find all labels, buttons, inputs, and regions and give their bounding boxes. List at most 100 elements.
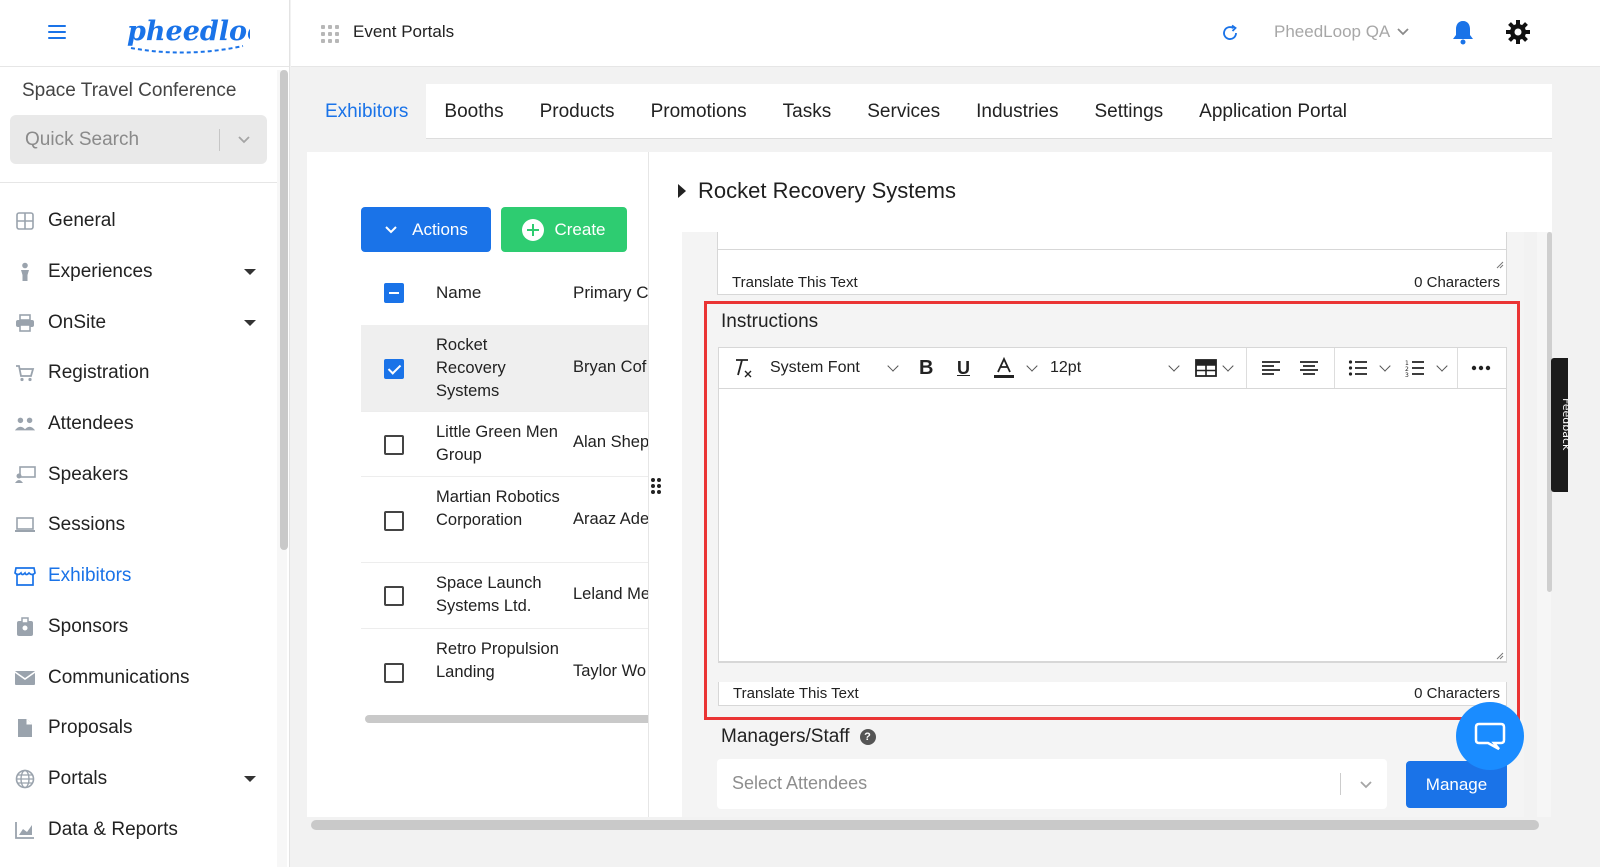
tab-application-portal[interactable]: Application Portal: [1181, 84, 1365, 139]
table-icon[interactable]: [1195, 348, 1217, 388]
sidebar-item-experiences[interactable]: Experiences: [0, 247, 277, 298]
table-row[interactable]: Retro Propulsion Landing Taylor Wo: [361, 629, 648, 715]
sidebar-item-attendees[interactable]: Attendees: [0, 399, 277, 450]
sidebar-item-onsite[interactable]: OnSite: [0, 297, 277, 348]
translate-link[interactable]: Translate This Text: [732, 274, 858, 291]
org-name: PheedLoop QA: [1274, 22, 1391, 41]
tab-settings[interactable]: Settings: [1076, 84, 1181, 139]
apps-grid-icon[interactable]: [321, 25, 339, 43]
sidebar-item-registration[interactable]: Registration: [0, 348, 277, 399]
resize-grip-icon[interactable]: [1496, 261, 1504, 269]
tab-booths[interactable]: Booths: [426, 84, 521, 139]
column-header-primary-contact[interactable]: Primary C: [573, 283, 648, 303]
font-size-select[interactable]: 12pt: [1050, 348, 1081, 388]
underline-icon[interactable]: U: [957, 348, 970, 388]
row-checkbox[interactable]: [384, 359, 404, 379]
table-row[interactable]: Rocket Recovery Systems Bryan Cof: [361, 325, 648, 412]
select-attendees-dropdown[interactable]: Select Attendees: [717, 759, 1387, 809]
person-icon: [14, 261, 36, 283]
instructions-editor[interactable]: [718, 389, 1507, 663]
font-family-select[interactable]: System Font: [770, 348, 860, 388]
sidebar-item-speakers[interactable]: Speakers: [0, 449, 277, 500]
exhibitor-name[interactable]: Martian Robotics Corporation: [436, 486, 561, 532]
row-checkbox[interactable]: [384, 435, 404, 455]
help-icon[interactable]: ?: [859, 728, 876, 745]
quick-search-input[interactable]: Quick Search: [10, 115, 267, 164]
caret-down-icon[interactable]: [244, 319, 256, 326]
section-label[interactable]: Event Portals: [353, 22, 454, 42]
page-horizontal-scrollbar[interactable]: [311, 820, 1539, 830]
chevron-down-icon[interactable]: [1379, 348, 1391, 388]
sidebar-item-communications[interactable]: Communications: [0, 652, 277, 703]
sidebar-item-data-reports[interactable]: Data & Reports: [0, 804, 277, 855]
caret-down-icon[interactable]: [244, 775, 256, 782]
sidebar-item-sponsors[interactable]: Sponsors: [0, 602, 277, 653]
chart-icon: [14, 819, 36, 841]
table-horizontal-scrollbar[interactable]: [365, 715, 648, 723]
chat-bubble-icon[interactable]: [1456, 702, 1524, 770]
pheedloop-logo[interactable]: pheedloop: [125, 10, 250, 58]
menu-toggle-icon[interactable]: [48, 25, 66, 39]
chevron-down-icon[interactable]: [887, 348, 899, 388]
sidebar-item-label: Experiences: [48, 261, 153, 283]
sidebar-item-exhibitors[interactable]: Exhibitors: [0, 551, 277, 602]
refresh-icon[interactable]: [1219, 22, 1241, 44]
sidebar-item-sessions[interactable]: Sessions: [0, 500, 277, 551]
table-row[interactable]: Little Green Men Group Alan Shep: [361, 412, 648, 477]
resize-grip-icon[interactable]: [1496, 652, 1504, 660]
tab-products[interactable]: Products: [522, 84, 633, 139]
tab-exhibitors[interactable]: Exhibitors: [307, 84, 427, 139]
sidebar-item-label: Registration: [48, 362, 150, 384]
caret-down-icon[interactable]: [244, 269, 256, 276]
translate-link[interactable]: Translate This Text: [733, 685, 859, 702]
row-checkbox[interactable]: [384, 511, 404, 531]
tab-industries[interactable]: Industries: [958, 84, 1076, 139]
align-center-icon[interactable]: [1299, 348, 1319, 388]
org-selector[interactable]: PheedLoop QA: [1274, 22, 1410, 42]
row-checkbox[interactable]: [384, 663, 404, 683]
divider: [718, 661, 1507, 662]
bullet-list-icon[interactable]: [1348, 348, 1368, 388]
tab-tasks[interactable]: Tasks: [765, 84, 850, 139]
exhibitor-name[interactable]: Little Green Men Group: [436, 421, 561, 467]
tab-promotions[interactable]: Promotions: [633, 84, 765, 139]
exhibitor-name[interactable]: Space Launch Systems Ltd.: [436, 572, 561, 618]
exhibitor-name[interactable]: Rocket Recovery Systems: [436, 334, 561, 403]
caret-right-icon[interactable]: [678, 184, 686, 198]
gear-icon[interactable]: [1505, 19, 1531, 45]
more-options-icon[interactable]: [1471, 348, 1491, 388]
table-row[interactable]: Martian Robotics Corporation Araaz Ade: [361, 477, 649, 563]
feedback-tab[interactable]: Feedback: [1551, 358, 1573, 492]
chevron-down-icon[interactable]: [1168, 348, 1180, 388]
actions-button[interactable]: Actions: [361, 207, 491, 252]
chevron-down-icon[interactable]: [1222, 348, 1234, 388]
previous-text-field[interactable]: [717, 232, 1507, 272]
clear-formatting-icon[interactable]: [733, 348, 753, 388]
tab-services[interactable]: Services: [849, 84, 958, 139]
chevron-down-icon[interactable]: [236, 131, 252, 147]
chevron-down-icon[interactable]: [1026, 348, 1038, 388]
bold-icon[interactable]: B: [919, 348, 933, 388]
sidebar-item-portals[interactable]: Portals: [0, 754, 277, 805]
detail-header[interactable]: Rocket Recovery Systems: [678, 178, 956, 204]
text-color-icon[interactable]: [992, 348, 1016, 388]
chevron-down-icon[interactable]: [1358, 776, 1374, 792]
primary-contact: Araaz Ade: [573, 510, 649, 528]
column-header-name[interactable]: Name: [436, 283, 481, 303]
sidebar-item-proposals[interactable]: Proposals: [0, 703, 277, 754]
numbered-list-icon[interactable]: 123: [1405, 348, 1425, 388]
badge-icon: [14, 616, 36, 638]
laptop-icon: [14, 514, 36, 536]
row-checkbox[interactable]: [384, 586, 404, 606]
select-all-checkbox[interactable]: [384, 283, 404, 303]
bell-icon[interactable]: [1451, 19, 1475, 45]
table-row[interactable]: Space Launch Systems Ltd. Leland Me: [361, 563, 648, 629]
sidebar-item-general[interactable]: General: [0, 196, 277, 247]
instructions-label: Instructions: [721, 311, 819, 332]
exhibitor-name[interactable]: Retro Propulsion Landing: [436, 638, 561, 684]
chevron-down-icon[interactable]: [1436, 348, 1448, 388]
create-button[interactable]: Create: [501, 207, 627, 252]
sidebar-scrollbar-thumb[interactable]: [280, 70, 288, 550]
align-left-icon[interactable]: [1261, 348, 1281, 388]
pane-resize-handle-icon[interactable]: [651, 478, 663, 494]
